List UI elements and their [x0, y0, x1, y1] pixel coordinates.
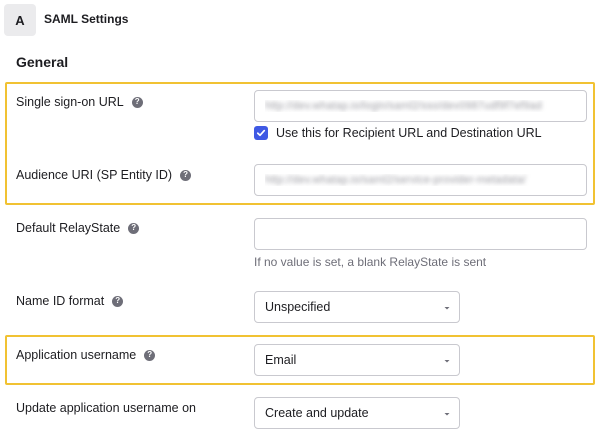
chevron-down-icon — [444, 307, 450, 310]
app-username-value: Email — [265, 353, 297, 367]
name-id-format-label: Name ID format ? — [16, 294, 124, 308]
help-icon[interactable]: ? — [144, 349, 156, 361]
name-id-format-value: Unspecified — [265, 300, 331, 314]
update-username-select[interactable]: Create and update — [254, 397, 460, 429]
recipient-checkbox[interactable] — [254, 126, 268, 140]
help-icon[interactable]: ? — [128, 222, 140, 234]
help-icon[interactable]: ? — [112, 295, 124, 307]
sso-url-input[interactable] — [254, 90, 587, 122]
recipient-checkbox-label: Use this for Recipient URL and Destinati… — [276, 126, 542, 140]
audience-uri-label: Audience URI (SP Entity ID) ? — [16, 168, 192, 182]
section-title: General — [16, 54, 69, 70]
relay-state-hint: If no value is set, a blank RelayState i… — [254, 255, 487, 269]
audience-uri-input[interactable] — [254, 164, 587, 196]
step-header: A SAML Settings — [0, 0, 600, 40]
app-username-label: Application username ? — [16, 348, 156, 362]
relay-state-input[interactable] — [254, 218, 587, 250]
name-id-format-select[interactable]: Unspecified — [254, 291, 460, 323]
step-badge: A — [4, 4, 36, 36]
relay-state-label: Default RelayState ? — [16, 221, 140, 235]
update-username-value: Create and update — [265, 406, 369, 420]
app-username-select[interactable]: Email — [254, 344, 460, 376]
recipient-checkbox-row[interactable]: Use this for Recipient URL and Destinati… — [254, 126, 542, 140]
check-icon — [256, 129, 266, 137]
help-icon[interactable]: ? — [131, 96, 143, 108]
chevron-down-icon — [444, 413, 450, 416]
step-title: SAML Settings — [44, 12, 129, 26]
sso-url-label: Single sign-on URL ? — [16, 95, 143, 109]
update-username-label: Update application username on — [16, 401, 196, 415]
chevron-down-icon — [444, 360, 450, 363]
help-icon[interactable]: ? — [180, 169, 192, 181]
